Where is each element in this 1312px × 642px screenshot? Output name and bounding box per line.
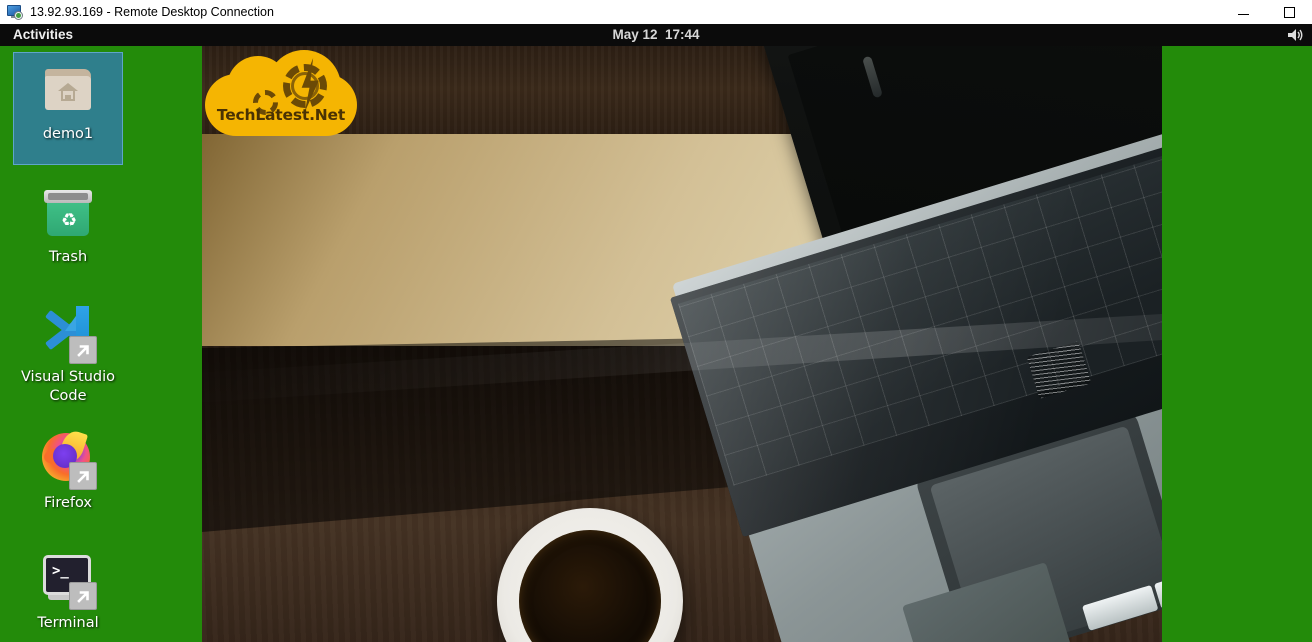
window-title: 13.92.93.169 - Remote Desktop Connection [30,5,274,19]
desktop-icon-label-line1: Visual Studio [20,369,116,385]
remote-desktop-window: 13.92.93.169 - Remote Desktop Connection… [0,0,1312,642]
maximize-button[interactable] [1266,0,1312,24]
desktop-icon-label-line2: Code [49,388,87,404]
volume-speaker-icon[interactable] [1287,27,1304,43]
desktop-icon-label: Visual Studio Code [21,368,115,406]
launcher-badge-icon [69,582,97,610]
desktop-icon-visual-studio-code[interactable]: Visual Studio Code [13,298,123,406]
desktop-icon-label: Trash [48,249,88,265]
launcher-badge-icon [69,336,97,364]
window-controls [1220,0,1312,24]
trash-icon: ♻ [39,184,97,242]
desktop-icon-firefox[interactable]: Firefox [13,424,123,513]
window-titlebar: 13.92.93.169 - Remote Desktop Connection [0,0,1312,24]
techlatest-logo: TechLatest.Net [205,50,363,142]
clock[interactable]: May 12 17:44 [0,24,1312,46]
logo-text: TechLatest.Net [216,106,346,124]
firefox-icon [39,428,97,490]
desktop-icon-terminal[interactable]: >_ Terminal [13,544,123,633]
terminal-icon: >_ [39,550,97,610]
desktop-icon-label: Firefox [44,495,92,511]
desktop-area[interactable]: TechLatest.Net demo1 ♻ Trash Visual Stud… [0,46,1312,642]
desktop-icon-label: demo1 [42,126,94,142]
launcher-badge-icon [69,462,97,490]
desktop-wallpaper: TechLatest.Net [202,46,1162,642]
remote-desktop-icon [7,4,23,20]
minimize-button[interactable] [1220,0,1266,24]
desktop-icon-trash[interactable]: ♻ Trash [13,178,123,267]
home-folder-icon [39,61,97,119]
desktop-icon-demo1[interactable]: demo1 [13,52,123,165]
desktop-icon-label: Terminal [37,615,99,631]
gnome-top-bar: Activities May 12 17:44 [0,24,1312,46]
visual-studio-code-icon [39,304,97,364]
